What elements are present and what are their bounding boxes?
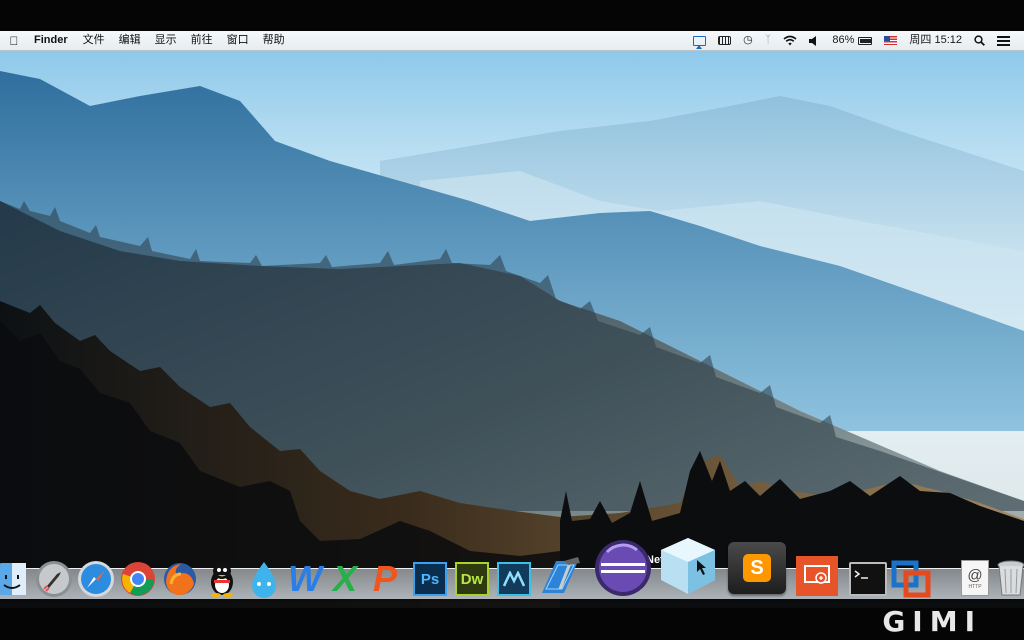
dock-item-netbeans[interactable] xyxy=(656,533,720,599)
dock-item-dreamweaver[interactable]: Dw xyxy=(454,559,490,599)
menu-bar-left:  Finder 文件 编辑 显示 前往 窗口 帮助 xyxy=(0,31,292,50)
xcode-hammer-icon xyxy=(542,557,580,593)
dock-item-qq[interactable] xyxy=(202,559,242,599)
dock-item-trash[interactable] xyxy=(996,557,1024,599)
terminal-icon xyxy=(849,562,887,596)
at-sign-icon: @ xyxy=(967,566,983,584)
keyboard-status-icon[interactable] xyxy=(712,36,737,45)
dock-item-muse[interactable] xyxy=(496,559,532,599)
wifi-icon[interactable] xyxy=(777,35,803,46)
battery-percent: 86% xyxy=(832,34,855,46)
sublime-icon: S xyxy=(728,542,786,594)
menu-bar:  Finder 文件 编辑 显示 前往 窗口 帮助 ◷ ᛉ 86% 周四 15… xyxy=(0,31,1024,51)
bluetooth-icon[interactable]: ᛉ xyxy=(759,31,778,50)
dreamweaver-label: Dw xyxy=(460,570,484,588)
airplay-icon[interactable] xyxy=(687,35,712,49)
clock[interactable]: 周四 15:12 xyxy=(903,31,968,50)
safari-compass-icon xyxy=(78,561,114,597)
apple-menu-icon[interactable]:  xyxy=(0,34,28,48)
eclipse-icon xyxy=(595,540,651,596)
clock-time: 15:12 xyxy=(934,34,962,46)
dock-item-photoshop[interactable]: Ps xyxy=(412,559,448,599)
menu-go[interactable]: 前往 xyxy=(184,31,220,50)
dock-item-firefox[interactable] xyxy=(160,559,200,599)
dock-item-chrome[interactable] xyxy=(118,559,158,599)
dock-item-wps-presentation[interactable]: P xyxy=(366,558,404,599)
web-location-icon: @ HTTP xyxy=(961,560,989,596)
sublime-label: S xyxy=(750,556,764,579)
finder-icon xyxy=(0,563,26,595)
dock-item-safari[interactable] xyxy=(76,559,116,599)
netbeans-cube-icon xyxy=(661,538,715,594)
menu-window[interactable]: 窗口 xyxy=(220,31,256,50)
dreamweaver-icon: Dw xyxy=(455,562,489,596)
input-source-flag[interactable] xyxy=(878,36,903,45)
dock-item-finder[interactable] xyxy=(0,559,28,599)
chrome-icon xyxy=(121,562,155,596)
menu-view[interactable]: 显示 xyxy=(148,31,184,50)
dock-item-launchpad[interactable] xyxy=(34,559,74,599)
dock-item-eclipse[interactable] xyxy=(592,537,654,599)
dock: W X P Ps Dw S @ HTTP xyxy=(0,530,1024,604)
vmware-icon xyxy=(891,560,931,598)
menu-help[interactable]: 帮助 xyxy=(256,31,292,50)
watermark: GIMI xyxy=(882,605,982,638)
battery-status[interactable]: 86% xyxy=(826,31,878,50)
photoshop-label: Ps xyxy=(420,570,440,588)
muse-icon xyxy=(497,562,531,596)
dock-item-web-address[interactable]: @ HTTP xyxy=(958,557,992,599)
remote-desktop-icon xyxy=(796,556,838,596)
dock-item-xcode[interactable] xyxy=(538,555,584,599)
qq-penguin-icon xyxy=(211,563,233,597)
menu-file[interactable]: 文件 xyxy=(76,31,112,50)
letterbox-bottom xyxy=(0,608,1024,640)
wps-spreadsheets-icon: X xyxy=(332,558,357,599)
trash-icon xyxy=(997,560,1024,596)
dock-item-droplr[interactable] xyxy=(244,559,284,599)
dock-item-vmware-fusion[interactable] xyxy=(890,559,932,599)
menu-edit[interactable]: 编辑 xyxy=(112,31,148,50)
droplet-icon xyxy=(252,562,276,598)
http-label: HTTP xyxy=(968,583,982,590)
clock-day: 周四 xyxy=(909,34,932,46)
letterbox-top xyxy=(0,0,1024,31)
wps-presentation-icon: P xyxy=(372,558,397,599)
menu-bar-extras: ◷ ᛉ 86% 周四 15:12 xyxy=(687,31,1024,50)
wps-writer-icon: W xyxy=(288,558,322,599)
time-machine-icon[interactable]: ◷ xyxy=(737,31,759,50)
notification-center-icon[interactable] xyxy=(991,35,1016,46)
dock-item-terminal[interactable] xyxy=(848,559,888,599)
photoshop-icon: Ps xyxy=(413,562,447,596)
battery-icon xyxy=(858,36,873,45)
dock-item-wps-spreadsheets[interactable]: X xyxy=(326,558,364,599)
dock-item-sublime-text[interactable]: S xyxy=(726,537,788,599)
spotlight-icon[interactable] xyxy=(968,35,991,46)
dock-item-wps-writer[interactable]: W xyxy=(286,558,324,599)
dock-item-remote-desktop[interactable] xyxy=(794,553,840,599)
app-menu-finder[interactable]: Finder xyxy=(28,31,76,50)
volume-icon[interactable] xyxy=(803,35,826,46)
desktop-wallpaper: NetBeans 8.0 xyxy=(0,51,1024,608)
rocket-icon xyxy=(36,561,72,597)
firefox-icon xyxy=(164,563,196,596)
us-flag-icon xyxy=(884,36,898,45)
